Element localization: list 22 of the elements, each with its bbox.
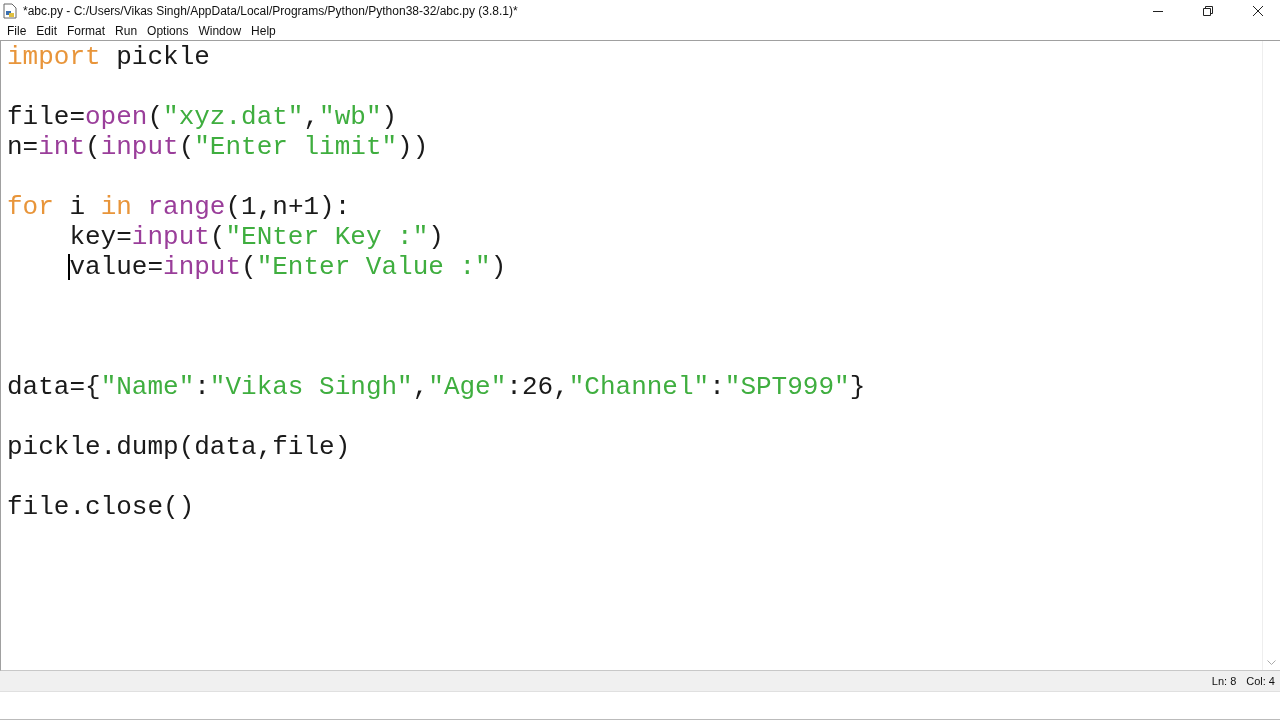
code-line: value=input("Enter Value :")	[67, 252, 508, 282]
line-indicator: Ln: 8	[1211, 675, 1237, 687]
menu-item[interactable]: Run	[110, 24, 143, 38]
code-line: import pickle	[7, 42, 211, 72]
menu-item[interactable]: File	[2, 24, 32, 38]
menu-item[interactable]: Help	[246, 24, 281, 38]
code-line: data={"Name":"Vikas Singh","Age":26,"Channel":"SPT999"}	[7, 372, 867, 402]
python-file-icon	[3, 3, 17, 19]
menu-item[interactable]: Edit	[31, 24, 63, 38]
code-line: file=open("xyz.dat","wb")	[7, 102, 399, 132]
column-indicator: Col: 4	[1246, 675, 1275, 687]
window-title: *abc.py - C:/Users/Vikas Singh/AppData/Local/Programs/Python/Python38-32/abc.py (3.8.1)*	[23, 4, 519, 18]
menu-item[interactable]: Window	[193, 24, 247, 38]
code-line: pickle.dump(data,file)	[7, 432, 352, 462]
code-line: file.close()	[7, 492, 196, 522]
close-icon[interactable]	[1253, 6, 1263, 16]
code-line: for i in range(1,n+1):	[7, 192, 352, 222]
code-line: key=input("ENter Key :")	[68, 222, 445, 252]
menu-item[interactable]: Format	[62, 24, 111, 38]
restore-icon[interactable]	[1203, 6, 1213, 16]
menu-item[interactable]: Options	[142, 24, 194, 38]
code-line: n=int(input("Enter limit"))	[7, 132, 430, 162]
